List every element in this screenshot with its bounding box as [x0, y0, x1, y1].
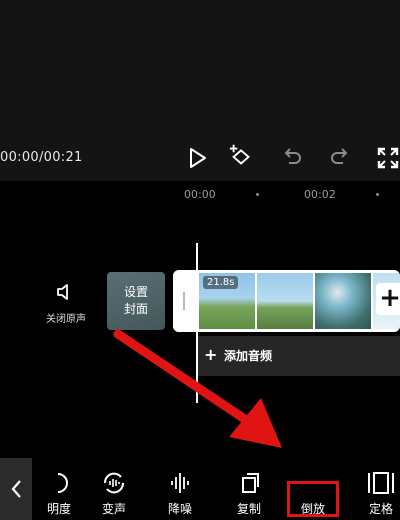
clip-trim-handle[interactable] — [173, 270, 195, 332]
noise-reduction-icon — [171, 473, 189, 493]
timecode: 00:00/00:21 — [0, 150, 83, 165]
trim-handle-grip — [183, 292, 185, 310]
mute-original-label: 关闭原声 — [46, 314, 86, 325]
fullscreen-button[interactable] — [374, 144, 400, 172]
ruler-tick — [376, 193, 379, 196]
clip-frame — [315, 273, 371, 329]
clip-duration-badge: 21.8s — [203, 276, 239, 289]
undo-icon — [284, 148, 301, 164]
set-cover-label: 设置封面 — [123, 285, 148, 316]
brightness-icon — [57, 473, 68, 493]
redo-icon — [331, 148, 348, 164]
keyframe-add-icon — [229, 144, 250, 165]
clip-frame — [257, 273, 313, 329]
playhead[interactable] — [196, 243, 198, 403]
copy-icon — [242, 473, 259, 493]
ruler-label-0: 00:00 — [184, 188, 216, 201]
ruler-label-1: 00:02 — [304, 188, 336, 201]
highlight-box — [287, 481, 339, 517]
freeze-frame-icon — [368, 472, 394, 494]
play-button[interactable] — [184, 144, 212, 172]
speaker-icon — [57, 284, 68, 300]
chevron-left-icon — [11, 480, 21, 498]
voice-change-icon — [103, 472, 125, 494]
tool-label: 定格 — [368, 502, 393, 516]
add-audio-label: 添加音频 — [224, 349, 273, 363]
play-icon — [190, 148, 206, 168]
fullscreen-icon — [377, 147, 399, 169]
ruler-tick — [256, 193, 259, 196]
tool-copy[interactable]: 复制 — [224, 466, 274, 517]
undo-button[interactable] — [278, 144, 306, 172]
keyframe-button[interactable] — [228, 142, 256, 170]
tool-voice-change[interactable]: 变声 — [89, 466, 139, 517]
tool-brightness[interactable]: 明度 — [34, 466, 84, 517]
mute-original-button[interactable]: 关闭原声 — [40, 282, 92, 325]
tool-freeze-frame[interactable]: 定格 — [356, 466, 400, 517]
tool-label: 变声 — [101, 502, 126, 516]
redo-button[interactable] — [326, 144, 354, 172]
add-clip-button[interactable]: + — [376, 283, 400, 315]
back-button[interactable] — [0, 458, 32, 520]
tool-noise-reduction[interactable]: 降噪 — [155, 466, 205, 517]
tool-label: 复制 — [236, 502, 261, 516]
tool-label: 明度 — [46, 502, 71, 516]
tool-label: 降噪 — [167, 502, 192, 516]
set-cover-button[interactable]: 设置封面 — [107, 272, 165, 330]
add-audio-plus-icon: + — [204, 345, 218, 364]
video-preview[interactable] — [0, 0, 400, 136]
